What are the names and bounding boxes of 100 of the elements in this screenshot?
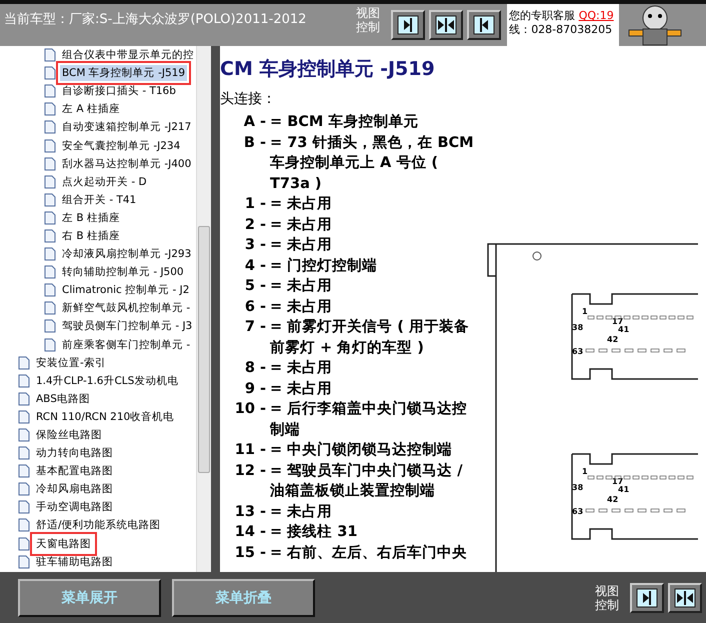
pin-description: = 中央门锁闭锁马达控制端 <box>270 440 454 460</box>
document-icon <box>18 500 30 514</box>
pin-description: = 未占用 <box>270 380 334 398</box>
pin-key: 1 - <box>220 194 266 214</box>
tree-item[interactable]: 冷却风扇电路图 <box>34 481 115 498</box>
pin-description: = 未占用 <box>270 236 334 255</box>
tree-item[interactable]: 右 B 柱插座 <box>60 228 122 244</box>
tree-item[interactable]: 手动空调电路图 <box>34 499 115 516</box>
view-button[interactable] <box>668 582 702 612</box>
document-icon <box>44 138 56 153</box>
document-icon <box>18 482 30 496</box>
pin-description: = 门控灯控制端 <box>270 256 378 276</box>
tree-item[interactable]: 冷却液风扇控制单元 -J293 <box>60 246 194 262</box>
tree-item[interactable]: 点火起动开关 - D <box>60 174 149 190</box>
tree-item[interactable]: RCN 110/RCN 210收音机电 <box>34 408 176 425</box>
pin-description: = 未占用 <box>270 276 334 296</box>
pin-description: = 73 针插头，黑色，在 BCM 车身控制单元上 A 号位 ( T73a ) <box>270 134 475 194</box>
tree-item[interactable]: 驻车辅助电路图 <box>34 554 115 570</box>
pin-key: 8 - <box>220 358 266 378</box>
view-control-label: 视图控制 <box>356 5 381 34</box>
service-label: 您的专职客服 <box>509 9 576 22</box>
document-icon <box>44 84 56 98</box>
document-icon <box>18 356 30 370</box>
tree-item[interactable]: 前座乘客侧车门控制单元 - <box>60 336 192 353</box>
arrows-inward-icon <box>435 15 458 35</box>
arrow-left-icon <box>473 15 496 35</box>
arrows-inward-icon <box>674 588 696 608</box>
document-icon <box>44 319 56 334</box>
tree-item[interactable]: 安全气囊控制单元 -J234 <box>60 138 182 154</box>
document-icon <box>44 192 56 207</box>
document-icon <box>18 554 30 569</box>
document-icon <box>44 283 56 298</box>
pin-description: = 驾驶员车门中央门锁马达 / 油箱盖板锁止装置控制端 <box>270 461 464 501</box>
tree-item[interactable]: 舒适/便利功能系统电路图 <box>34 517 163 534</box>
pin-description: = 后行李箱盖中央门锁马达控制端 <box>270 399 468 440</box>
scrollbar[interactable] <box>196 46 211 572</box>
tree-item[interactable]: 组合开关 - T41 <box>60 192 138 208</box>
pin-key: 9 - <box>220 378 266 399</box>
section-heading: 头连接： <box>220 90 277 108</box>
pin-key: 3 - <box>220 235 266 256</box>
document-icon <box>44 210 56 225</box>
tree-item[interactable]: Climatronic 控制单元 - J2 <box>60 282 192 298</box>
document-icon <box>44 156 56 171</box>
document-icon <box>18 428 30 442</box>
qq-link[interactable]: QQ:19 <box>578 9 614 22</box>
phone-number: 线：028-87038205 <box>509 23 612 36</box>
tree-item[interactable]: 基本配置电路图 <box>34 463 115 480</box>
document-icon <box>44 265 56 280</box>
tree-item[interactable]: 刮水器马达控制单元 -J400 <box>60 156 194 172</box>
tree-item[interactable]: 左 A 柱插座 <box>60 101 122 118</box>
pin-description: = 接线柱 31 <box>270 522 358 542</box>
tree-item[interactable]: BCM 车身控制单元 -J519 <box>60 65 188 82</box>
pin-key: 7 - <box>220 317 266 358</box>
arrow-right-icon <box>636 588 658 608</box>
pin-description: = 未占用 <box>270 298 334 316</box>
window-title: 当前车型：厂家:S-上海大众波罗(POLO)2011-2012 <box>3 11 308 28</box>
tree-item[interactable]: 安装位置-索引 <box>34 354 108 371</box>
pin-key: 14 - <box>220 522 266 542</box>
view-button[interactable] <box>467 10 502 40</box>
tree-item[interactable]: 动力转向电路图 <box>34 445 115 462</box>
tree-item[interactable]: 左 B 柱插座 <box>60 210 122 226</box>
tree-item[interactable]: ABS电路图 <box>34 390 92 407</box>
document-icon <box>44 102 56 116</box>
document-icon <box>44 247 56 262</box>
tree-item[interactable]: 自诊断接口插头 - T16b <box>60 83 178 100</box>
pin-key: 13 - <box>220 502 266 522</box>
document-icon <box>18 518 30 532</box>
document-icon <box>44 301 56 316</box>
pin-description: = 未占用 <box>270 194 334 214</box>
pin-key: B - <box>220 132 266 194</box>
tree-item[interactable]: 1.4升CLP-1.6升CLS发动机电 <box>34 372 180 389</box>
document-icon <box>18 410 30 424</box>
document-icon <box>18 446 30 460</box>
view-button[interactable] <box>429 10 464 40</box>
document-title: CM 车身控制单元 -J519 <box>220 57 436 82</box>
pin-key: 15 - <box>220 542 266 563</box>
document-icon <box>44 120 56 134</box>
pin-key: 11 - <box>220 440 266 460</box>
view-button[interactable] <box>391 10 426 40</box>
pin-key: 6 - <box>220 296 266 317</box>
document-icon <box>18 536 30 551</box>
document-icon <box>44 174 56 189</box>
tree-item[interactable]: 转向辅助控制单元 - J500 <box>60 264 186 280</box>
tree-item[interactable]: 自动变速箱控制单元 -J217 <box>60 119 194 136</box>
pin-description: = BCM 车身控制单元 <box>270 112 420 132</box>
tree-item[interactable]: 新鲜空气鼓风机控制单元 - <box>60 300 192 316</box>
pin-key: 2 - <box>220 214 266 235</box>
tree-item[interactable]: 保险丝电路图 <box>34 427 104 444</box>
pin-description: = 未占用 <box>270 358 334 378</box>
pin-key: 12 - <box>220 460 266 502</box>
pin-key: 4 - <box>220 256 266 276</box>
pin-key: A - <box>220 112 266 132</box>
arrow-right-icon <box>397 15 420 35</box>
document-icon <box>18 464 30 478</box>
tree-item[interactable]: 组合仪表中带显示单元的控 <box>60 47 196 64</box>
tree-item[interactable]: 驾驶员侧车门控制单元 - J3 <box>60 318 194 334</box>
pin-description: = 未占用 <box>270 216 334 234</box>
view-button[interactable] <box>630 582 664 612</box>
document-icon <box>44 66 56 80</box>
document-icon <box>44 228 56 243</box>
